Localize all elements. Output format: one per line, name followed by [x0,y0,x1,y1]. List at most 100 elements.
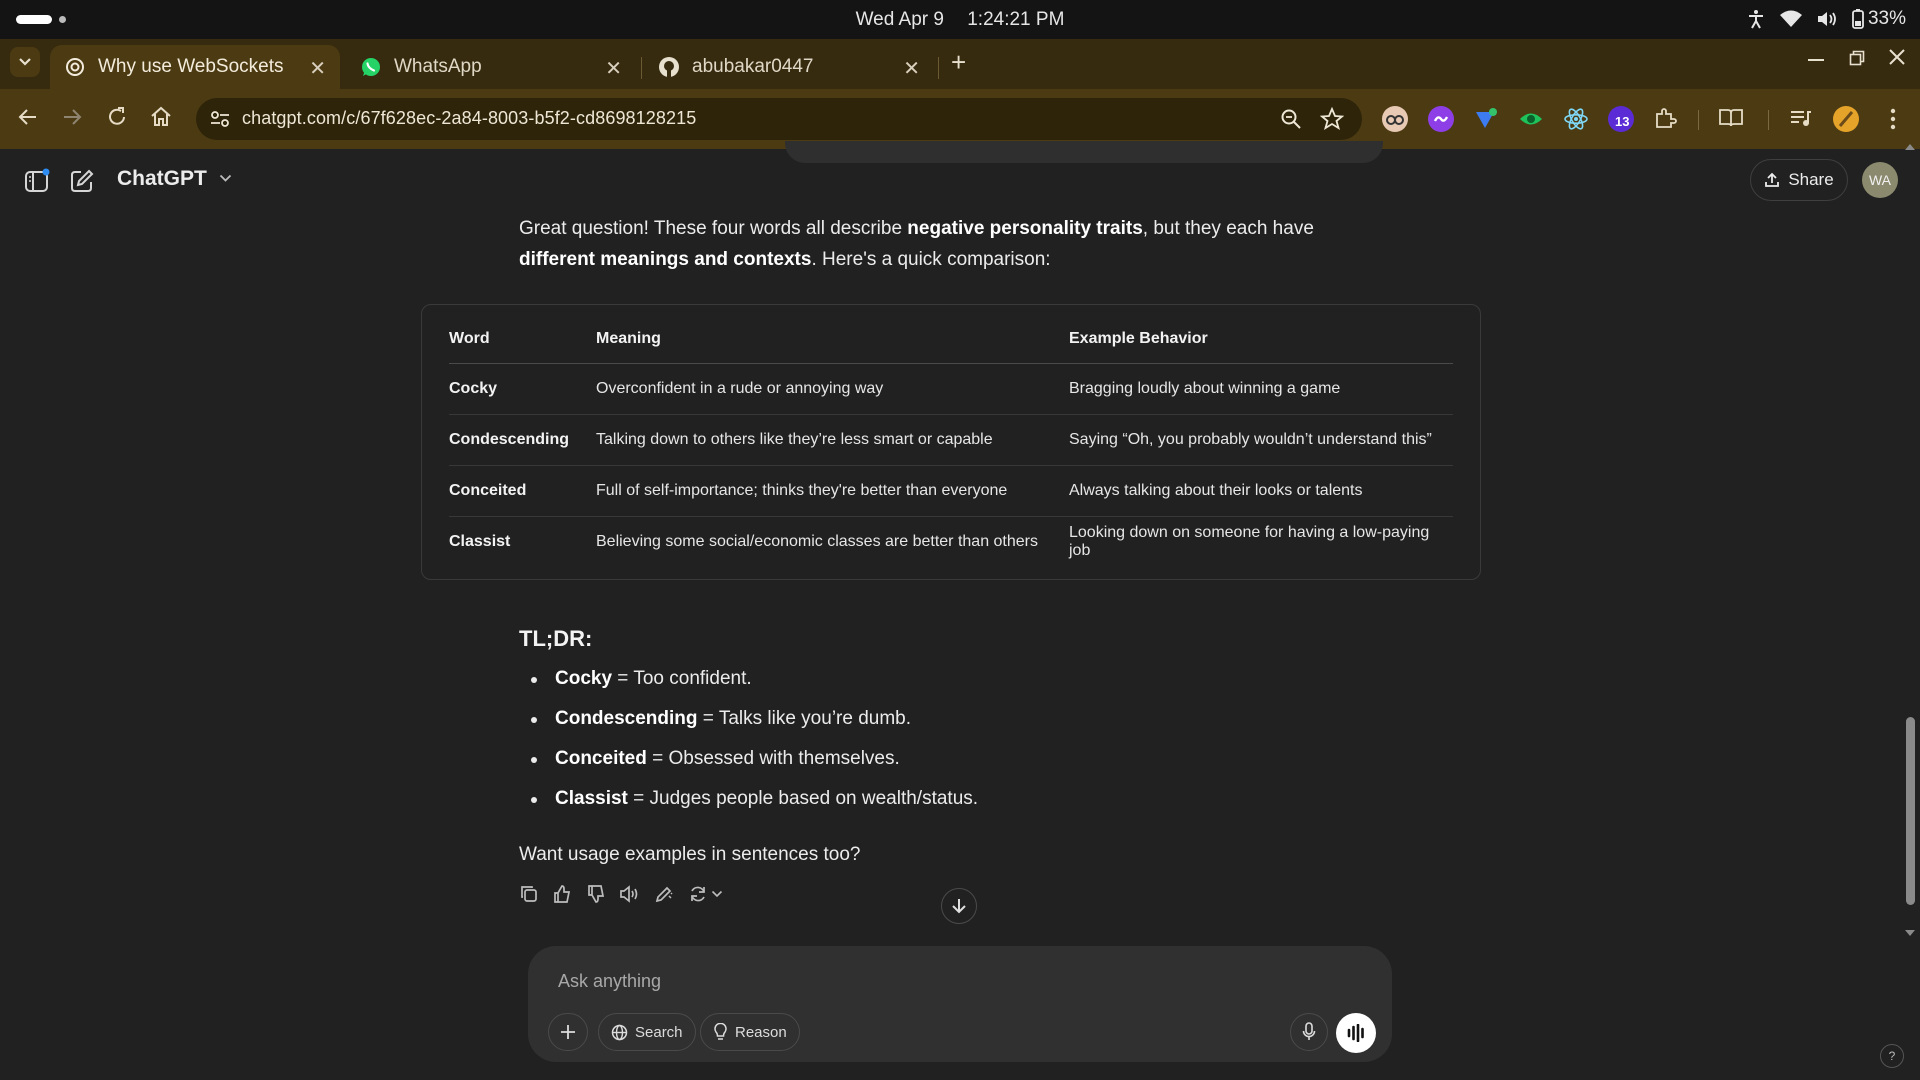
reason-button[interactable]: Reason [700,1013,800,1051]
chatgpt-page: ChatGPT Share WA Great question! These f… [0,141,1920,1080]
intro-emphasis: different meanings and contexts [519,249,812,270]
voice-mode-button[interactable] [1336,1013,1376,1053]
table-cell-example: Looking down on someone for having a low… [1069,523,1430,559]
scrollbar-thumb[interactable] [1906,717,1915,905]
tab-title: WhatsApp [394,56,482,77]
tldr-term: Cocky [555,668,613,689]
user-avatar[interactable]: WA [1862,162,1898,198]
share-label: Share [1788,170,1834,189]
tldr-term: Classist [555,788,628,809]
tab-whatsapp[interactable]: WhatsApp ✕ [346,45,636,89]
list-item: Condescending = Talks like you’re dumb. [519,699,978,739]
bookmark-star-icon[interactable] [1320,107,1344,131]
share-button[interactable]: Share [1750,159,1848,201]
extension-eye-icon[interactable] [1518,106,1544,132]
close-tab-icon[interactable]: ✕ [903,56,920,81]
extension-badge-icon[interactable]: 13 [1608,106,1634,132]
extension-glasses-icon[interactable] [1382,106,1408,132]
extension-badge-count: 13 [1615,114,1630,129]
address-bar[interactable]: chatgpt.com/c/67f628ec-2a84-8003-b5f2-cd… [196,98,1362,140]
browser-toolbar: chatgpt.com/c/67f628ec-2a84-8003-b5f2-cd… [0,89,1920,149]
regenerate-button[interactable] [688,884,723,904]
extensions-puzzle-icon[interactable] [1653,106,1679,132]
column-header: Example Behavior [1069,315,1453,364]
tab-search-button[interactable] [10,47,40,77]
home-icon[interactable] [149,105,173,129]
toolbar-divider [1768,110,1769,130]
list-item: Cocky = Too confident. [519,659,978,699]
tldr-definition: = Judges people based on wealth/status. [627,788,979,809]
lightbulb-icon [714,1023,727,1040]
tab-strip: Why use WebSockets ✕ WhatsApp ✕ abubakar… [0,39,1920,89]
extension-tag-icon[interactable] [1473,106,1499,132]
tab-github[interactable]: abubakar0447 ✕ [644,45,934,89]
help-button[interactable]: ? [1880,1044,1904,1068]
profile-avatar-icon[interactable] [1833,106,1859,132]
copy-icon[interactable] [519,884,539,904]
dictate-button[interactable] [1290,1013,1328,1051]
back-icon[interactable] [16,105,40,129]
system-tray[interactable]: 33% [1746,8,1906,30]
assistant-intro-text: Great question! These four words all des… [519,213,1389,275]
voice-waveform-icon [1347,1024,1364,1042]
globe-icon [611,1024,628,1040]
table-row: Classist Believing some social/economic … [449,516,1453,567]
table-cell-meaning: Believing some social/economic classes a… [596,532,1038,550]
reload-icon[interactable] [105,105,129,129]
arrow-down-icon [952,899,966,914]
table-cell-meaning: Full of self-importance; thinks they're … [596,465,1069,517]
close-tab-icon[interactable]: ✕ [605,56,622,81]
share-icon [1765,172,1780,187]
chevron-down-icon [19,58,31,66]
new-tab-icon[interactable]: + [951,47,966,78]
tab-why-use-websockets[interactable]: Why use WebSockets ✕ [50,45,340,89]
closing-question: Want usage examples in sentences too? [519,844,861,865]
scroll-down-arrow-icon[interactable] [1904,929,1916,937]
search-label: Search [635,1023,683,1041]
tldr-term: Condescending [555,708,698,729]
prompt-input[interactable] [556,964,1316,998]
whatsapp-icon [360,56,382,78]
table-row: Conceited Full of self-importance; think… [449,465,1453,517]
scroll-to-bottom-button[interactable] [941,888,977,924]
close-window-icon[interactable] [1888,48,1906,66]
close-tab-icon[interactable]: ✕ [309,56,326,81]
table-cell-example: Bragging loudly about winning a game [1069,363,1453,415]
chevron-down-icon [711,890,723,898]
thumbs-up-icon[interactable] [552,884,572,904]
minimize-icon[interactable] [1808,59,1824,61]
extension-react-icon[interactable] [1563,106,1589,132]
regenerate-icon [691,886,705,902]
browser-menu-icon[interactable] [1889,107,1897,131]
accessibility-icon [1746,9,1766,29]
scroll-up-arrow-icon[interactable] [1904,143,1916,151]
sidebar-toggle-icon[interactable] [24,168,50,194]
restore-icon[interactable] [1849,50,1865,66]
github-icon [658,56,680,78]
extension-purple-icon[interactable] [1428,106,1454,132]
comparison-table: Word Meaning Example Behavior Cocky Over… [449,315,1453,567]
table-row: Condescending Talking down to others lik… [449,414,1453,466]
clock[interactable]: Wed Apr 9 1:24:21 PM [0,9,1920,31]
thumbs-down-icon[interactable] [586,884,606,904]
reading-mode-icon[interactable] [1718,106,1744,132]
read-aloud-icon[interactable] [619,884,641,904]
table-cell-word: Cocky [449,363,596,415]
chatgpt-icon [64,56,86,78]
media-queue-icon[interactable] [1788,106,1814,132]
edit-canvas-icon[interactable] [654,884,674,904]
search-button[interactable]: Search [598,1013,696,1051]
model-selector[interactable]: ChatGPT [117,167,232,191]
tab-title: Why use WebSockets [98,56,284,77]
table-cell-word: Conceited [449,465,596,517]
tldr-definition: = Too confident. [612,668,752,689]
new-chat-icon[interactable] [69,168,95,194]
forward-icon[interactable] [60,105,84,129]
table-cell-example: Saying “Oh, you probably wouldn’t unders… [1069,414,1453,466]
toolbar-divider [1698,110,1699,130]
zoom-icon[interactable] [1280,108,1302,130]
site-settings-icon[interactable] [210,110,230,128]
table-cell-word: Classist [449,532,511,550]
attach-button[interactable] [548,1013,588,1051]
plus-icon [561,1025,575,1039]
